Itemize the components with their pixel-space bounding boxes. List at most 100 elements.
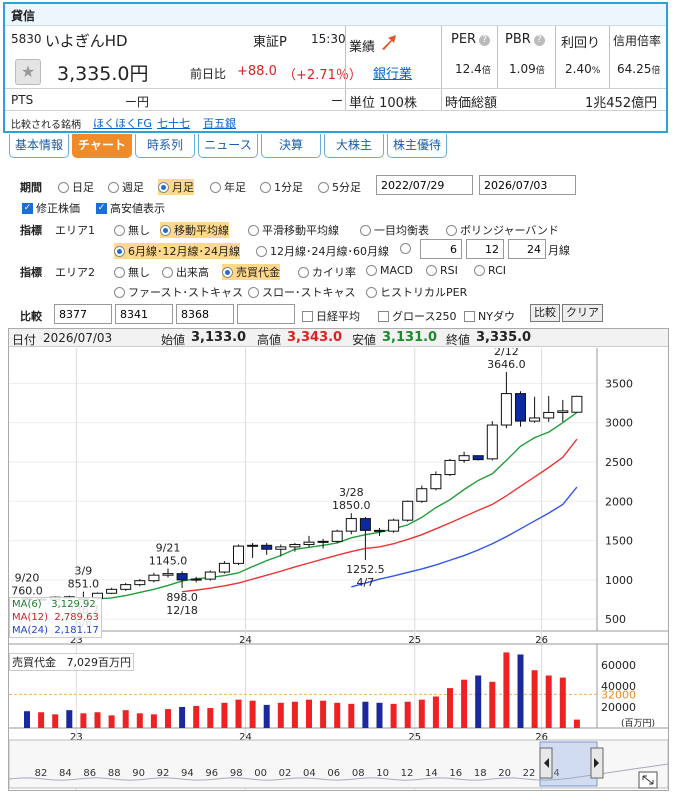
chart-panel: 日付 2026/07/03 始値 3,133.0 高値 3,343.0 安値 3…	[8, 328, 669, 791]
info-close: 3,335.0	[476, 330, 532, 345]
volume-bar	[263, 704, 270, 728]
area1-moving-average[interactable]: 移動平均線	[160, 222, 229, 238]
high-low-checkbox[interactable]: ✓ 高安値表示	[96, 200, 165, 216]
navigator-tick-label: 06	[327, 768, 340, 779]
nikkei-checkbox[interactable]: ✓日経平均	[302, 308, 360, 324]
radio-icon	[114, 266, 125, 278]
radio-icon	[248, 224, 259, 236]
pbr-help-icon[interactable]: ?	[533, 35, 545, 46]
date-to-input[interactable]	[479, 175, 576, 195]
candle-body	[317, 540, 329, 543]
compare-input-4[interactable]	[237, 304, 295, 324]
credit-badge: 貸信	[11, 9, 36, 23]
compare-link-1[interactable]: ほくほくFG	[93, 115, 152, 131]
y-tick-label: 500	[605, 613, 626, 626]
area2-rsi[interactable]: RSI	[426, 264, 458, 277]
compare-link-3[interactable]: 百五銀	[203, 115, 236, 131]
area2-turnover[interactable]: 売買代金	[222, 264, 280, 280]
volume-bar	[362, 701, 369, 728]
area2-historical-per[interactable]: ヒストリカルPER	[366, 284, 467, 300]
tab-news[interactable]: ニュース	[198, 134, 258, 158]
nydow-checkbox[interactable]: ✓NYダウ	[464, 308, 515, 324]
compare-button[interactable]: 比較	[530, 304, 560, 322]
ohlc-info-bar: 日付 2026/07/03 始値 3,133.0 高値 3,343.0 安値 3…	[9, 329, 668, 347]
period-5min[interactable]: 5分足	[318, 179, 361, 195]
period-monthly[interactable]: 月足	[158, 179, 194, 195]
area2-macd[interactable]: MACD	[366, 264, 413, 277]
tab-shareholder-benefits[interactable]: 株主優待	[387, 134, 447, 158]
candle-body	[247, 544, 259, 547]
pts-label: PTS	[11, 93, 34, 107]
period-weekly[interactable]: 週足	[108, 179, 144, 195]
volume-tick-label: 60000	[601, 659, 636, 672]
candle-body	[261, 544, 273, 550]
area1-ichimoku[interactable]: 一目均衡表	[360, 222, 429, 238]
ma2-input[interactable]	[466, 239, 504, 259]
pts-dash: ー	[331, 94, 344, 108]
chart-svg[interactable]: 50010001500200025003000350023 24 25 269/207…	[9, 348, 668, 790]
ma1-input[interactable]	[420, 239, 462, 259]
area1-smoothed-ma[interactable]: 平滑移動平均線	[248, 222, 339, 238]
stock-code: 5830	[11, 32, 42, 46]
y-tick-label: 1500	[605, 535, 633, 548]
tab-major-shareholders[interactable]: 大株主	[324, 134, 384, 158]
compare-link-2[interactable]: 七十七	[157, 115, 190, 131]
navigator-tick-label: 02	[279, 768, 292, 779]
period-daily[interactable]: 日足	[58, 179, 94, 195]
tab-chart[interactable]: チャート	[72, 134, 132, 158]
market-cap-value: 1兆452億円	[585, 96, 658, 111]
navigator-tick-label: 20	[498, 768, 511, 779]
ma3-input[interactable]	[508, 239, 546, 259]
period-1min[interactable]: 1分足	[260, 179, 303, 195]
ma-preset-2[interactable]: 12月線･24月線･60月線	[256, 243, 389, 259]
tab-earnings[interactable]: 決算	[261, 134, 321, 158]
ma-preset-1[interactable]: 6月線･12月線･24月線	[114, 243, 240, 259]
area2-deviation[interactable]: カイリ率	[298, 264, 356, 280]
per-help-icon[interactable]: ?	[479, 35, 491, 46]
volume-bar	[165, 709, 171, 728]
area2-fast-stoch[interactable]: ファースト･ストキャス	[114, 284, 243, 300]
volume-bar	[531, 670, 538, 728]
radio-selected-icon	[114, 245, 125, 257]
annotation-label: 9/21	[156, 542, 181, 555]
growth250-checkbox[interactable]: ✓グロース250	[378, 308, 456, 324]
favorite-star-icon[interactable]: ★	[15, 59, 41, 85]
sector-link[interactable]: 銀行業	[373, 63, 412, 82]
area2-volume[interactable]: 出来高	[162, 264, 209, 280]
compare-input-1[interactable]	[54, 304, 112, 324]
volume-bar	[108, 715, 115, 728]
stock-summary-card: 貸信 5830 いよぎんHD 東証P 15:30 ★ 3,335.0円 前日比 …	[3, 2, 668, 133]
tab-basic-info[interactable]: 基本情報	[9, 134, 69, 158]
date-from-input[interactable]	[376, 175, 473, 195]
area1-none[interactable]: 無し	[114, 222, 150, 238]
compare-input-3[interactable]	[176, 304, 234, 324]
radio-icon	[426, 265, 437, 276]
pbr-value: 1.09倍	[509, 62, 545, 76]
radio-selected-icon	[160, 224, 171, 236]
stock-name: いよぎんHD	[45, 32, 128, 50]
market-cap-label: 時価総額	[445, 96, 498, 111]
area2-none[interactable]: 無し	[114, 264, 150, 280]
clear-button[interactable]: クリア	[562, 304, 603, 322]
candle-body	[233, 545, 244, 564]
pts-value: ー円	[125, 95, 150, 109]
change-label: 前日比	[190, 67, 227, 81]
ma-custom[interactable]	[400, 243, 411, 254]
radio-icon	[114, 224, 125, 236]
compare-input-2[interactable]	[115, 304, 173, 324]
volume-tick-label: 40000	[601, 680, 636, 693]
candle-body	[303, 541, 315, 546]
adjusted-price-checkbox[interactable]: ✓ 修正株価	[22, 200, 80, 216]
area1-bollinger[interactable]: ボリンジャーバンド	[446, 222, 559, 238]
pbr-label: PBR?	[505, 32, 545, 47]
period-yearly[interactable]: 年足	[210, 179, 246, 195]
navigator-tick-label: 94	[181, 768, 194, 779]
candle-body	[416, 488, 428, 502]
annotation-label: 3/28	[339, 486, 364, 499]
area2-slow-stoch[interactable]: スロー･ストキャス	[248, 284, 356, 300]
tab-time-series[interactable]: 時系列	[135, 134, 195, 158]
volume-bar	[404, 701, 411, 728]
area2-rci[interactable]: RCI	[474, 264, 506, 277]
candle-body	[359, 518, 371, 531]
info-open: 3,133.0	[191, 330, 247, 345]
